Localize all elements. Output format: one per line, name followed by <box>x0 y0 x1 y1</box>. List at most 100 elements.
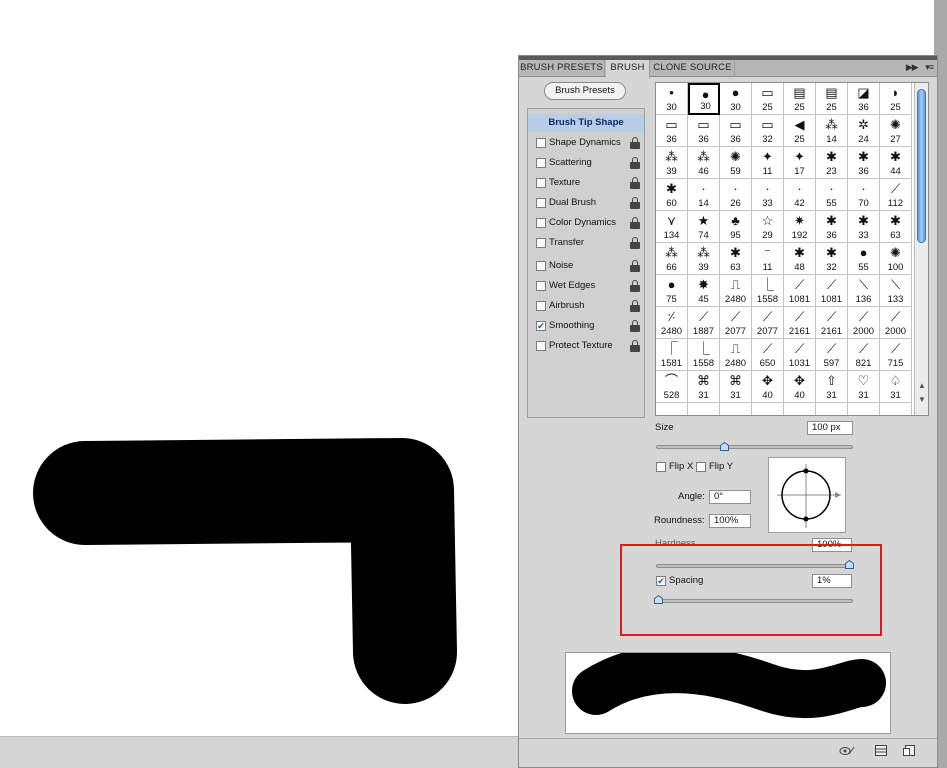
brush-tip-18[interactable]: ✺ 59 <box>720 147 752 179</box>
grid-scrollbar[interactable]: ▲ ▼ <box>914 83 928 415</box>
brush-tip-30[interactable]: · 70 <box>848 179 880 211</box>
lock-icon[interactable] <box>630 260 640 272</box>
brush-tip-37[interactable]: ✱ 36 <box>816 211 848 243</box>
lock-icon[interactable] <box>630 300 640 312</box>
brush-tip-partial[interactable] <box>880 403 912 415</box>
brush-tip-33[interactable]: ★ 74 <box>688 211 720 243</box>
brush-tip-75[interactable]: ✥ 40 <box>752 371 784 403</box>
tab-brush[interactable]: BRUSH <box>606 60 650 78</box>
brush-presets-button[interactable]: Brush Presets <box>544 82 626 100</box>
lock-icon[interactable] <box>630 177 640 189</box>
brush-tip-40[interactable]: ⁂ 66 <box>656 243 688 275</box>
option-checkbox[interactable] <box>536 238 546 248</box>
brush-tip-26[interactable]: · 26 <box>720 179 752 211</box>
brush-tip-19[interactable]: ✦ 11 <box>752 147 784 179</box>
brush-tip-25[interactable]: · 14 <box>688 179 720 211</box>
brush-tip-13[interactable]: ⁂ 14 <box>816 115 848 147</box>
brush-tip-17[interactable]: ⁂ 46 <box>688 147 720 179</box>
brush-tip-38[interactable]: ✱ 33 <box>848 211 880 243</box>
angle-field[interactable]: 0° <box>709 490 751 504</box>
option-checkbox[interactable] <box>536 341 546 351</box>
brush-tip-42[interactable]: ✱ 63 <box>720 243 752 275</box>
brush-tip-66[interactable]: ⎍ 2480 <box>720 339 752 371</box>
brush-tip-partial[interactable] <box>720 403 752 415</box>
scroll-down-icon[interactable]: ▼ <box>918 395 926 404</box>
option-checkbox[interactable] <box>536 158 546 168</box>
brush-tip-58[interactable]: ⟋ 2077 <box>720 307 752 339</box>
brush-tip-52[interactable]: ⟋ 1081 <box>784 275 816 307</box>
brush-tip-39[interactable]: ✱ 63 <box>880 211 912 243</box>
brush-tip-2[interactable]: ● 30 <box>720 83 752 115</box>
brush-tip-partial[interactable] <box>656 403 688 415</box>
option-checkbox[interactable] <box>536 218 546 228</box>
brush-tip-11[interactable]: ▭ 32 <box>752 115 784 147</box>
brush-tip-34[interactable]: ♣ 95 <box>720 211 752 243</box>
brush-tip-36[interactable]: ✷ 192 <box>784 211 816 243</box>
brush-tip-24[interactable]: ✱ 60 <box>656 179 688 211</box>
brush-option-shape-dynamics[interactable]: Shape Dynamics <box>528 134 644 152</box>
lock-icon[interactable] <box>630 157 640 169</box>
brush-tip-68[interactable]: ⟋ 1031 <box>784 339 816 371</box>
flip-y-checkbox[interactable] <box>696 462 706 472</box>
lock-icon[interactable] <box>630 280 640 292</box>
brush-tip-partial[interactable] <box>784 403 816 415</box>
brush-tip-28[interactable]: · 42 <box>784 179 816 211</box>
brush-tip-partial[interactable] <box>688 403 720 415</box>
brush-tip-50[interactable]: ⎍ 2480 <box>720 275 752 307</box>
brush-tip-62[interactable]: ⟋ 2000 <box>848 307 880 339</box>
brush-tip-47[interactable]: ✺ 100 <box>880 243 912 275</box>
lock-icon[interactable] <box>630 217 640 229</box>
lock-icon[interactable] <box>630 137 640 149</box>
brush-tip-partial[interactable] <box>752 403 784 415</box>
brush-tip-22[interactable]: ✱ 36 <box>848 147 880 179</box>
new-preset-icon[interactable] <box>903 745 915 756</box>
brush-option-brush-tip-shape[interactable]: Brush Tip Shape <box>528 114 644 132</box>
brush-tip-8[interactable]: ▭ 36 <box>656 115 688 147</box>
panel-menu-icon[interactable]: ▾≡ <box>925 62 934 72</box>
option-checkbox[interactable] <box>536 301 546 311</box>
brush-option-airbrush[interactable]: Airbrush <box>528 297 644 315</box>
brush-option-color-dynamics[interactable]: Color Dynamics <box>528 214 644 232</box>
brush-tip-21[interactable]: ✱ 23 <box>816 147 848 179</box>
brush-tip-5[interactable]: ▤ 25 <box>816 83 848 115</box>
grid-view-icon[interactable] <box>875 745 887 756</box>
brush-tip-49[interactable]: ✸ 45 <box>688 275 720 307</box>
tab-brush-presets[interactable]: BRUSH PRESETS <box>519 60 605 77</box>
option-checkbox[interactable] <box>536 281 546 291</box>
lock-icon[interactable] <box>630 197 640 209</box>
brush-tip-29[interactable]: · 55 <box>816 179 848 211</box>
roundness-field[interactable]: 100% <box>709 514 751 528</box>
brush-tip-1[interactable]: ● 30 <box>688 83 720 115</box>
brush-option-wet-edges[interactable]: Wet Edges <box>528 277 644 295</box>
size-field[interactable]: 100 px <box>807 421 853 435</box>
angle-circle-icon[interactable] <box>769 458 845 532</box>
panel-menu-controls[interactable]: ▶▶ ▾≡ <box>906 62 934 73</box>
brush-tip-35[interactable]: ☆ 29 <box>752 211 784 243</box>
brush-tip-51[interactable]: ⎿ 1558 <box>752 275 784 307</box>
scroll-up-icon[interactable]: ▲ <box>918 381 926 390</box>
brush-tip-31[interactable]: ⟋ 112 <box>880 179 912 211</box>
brush-tip-56[interactable]: ⸓ 2480 <box>656 307 688 339</box>
brush-option-smoothing[interactable]: ✔ Smoothing <box>528 317 644 335</box>
brush-tip-79[interactable]: ♤ 31 <box>880 371 912 403</box>
brush-tip-15[interactable]: ✺ 27 <box>880 115 912 147</box>
brush-tip-10[interactable]: ▭ 36 <box>720 115 752 147</box>
brush-tip-69[interactable]: ⟋ 597 <box>816 339 848 371</box>
brush-tip-77[interactable]: ⇧ 31 <box>816 371 848 403</box>
brush-tip-44[interactable]: ✱ 48 <box>784 243 816 275</box>
brush-tip-61[interactable]: ⟋ 2161 <box>816 307 848 339</box>
brush-tip-60[interactable]: ⟋ 2161 <box>784 307 816 339</box>
grid-scroll-thumb[interactable] <box>917 89 926 243</box>
lock-icon[interactable] <box>630 340 640 352</box>
brush-tip-72[interactable]: ⌒ 528 <box>656 371 688 403</box>
tab-clone-source[interactable]: CLONE SOURCE <box>651 60 735 77</box>
brush-option-scattering[interactable]: Scattering <box>528 154 644 172</box>
brush-tip-32[interactable]: ⋎ 134 <box>656 211 688 243</box>
brush-tip-55[interactable]: ⟍ 133 <box>880 275 912 307</box>
brush-tip-53[interactable]: ⟋ 1081 <box>816 275 848 307</box>
brush-option-transfer[interactable]: Transfer <box>528 234 644 252</box>
option-checkbox[interactable] <box>536 138 546 148</box>
brush-tip-59[interactable]: ⟋ 2077 <box>752 307 784 339</box>
brush-tip-78[interactable]: ♡ 31 <box>848 371 880 403</box>
brush-tip-43[interactable]: ⁻ 11 <box>752 243 784 275</box>
